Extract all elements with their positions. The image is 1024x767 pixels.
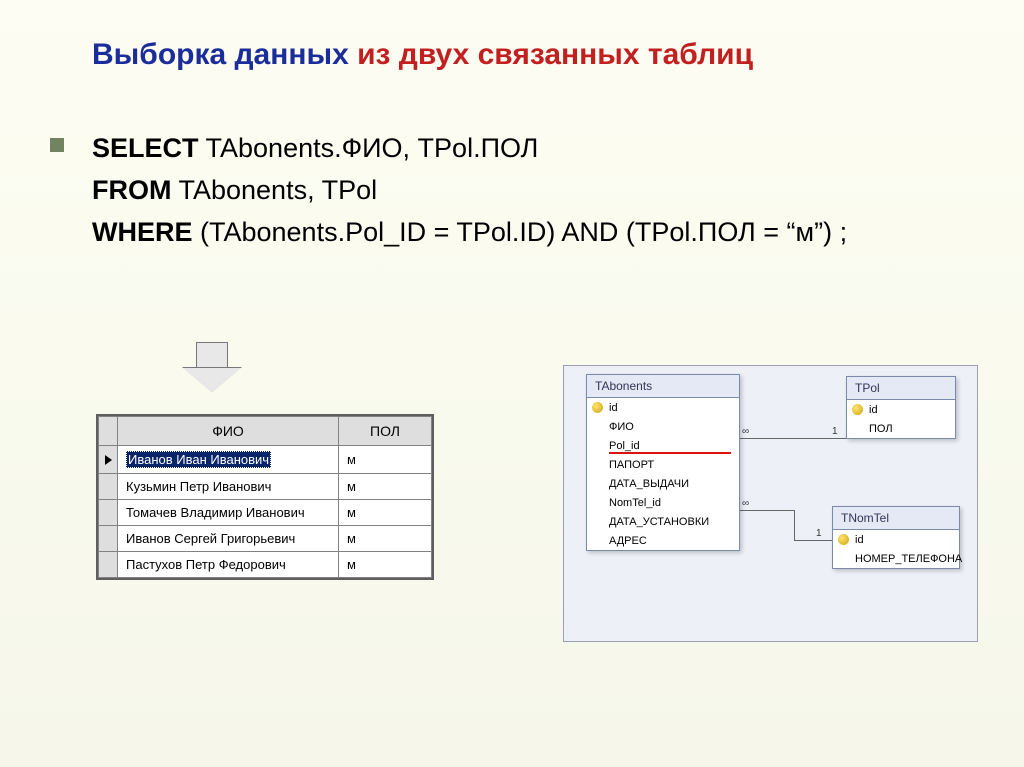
schema-field: АДРЕС [587,531,739,550]
result-table: ФИО ПОЛ Иванов Иван Иванович м Кузьмин П… [96,414,434,580]
cell-pol: м [339,500,432,526]
table-header-row: ФИО ПОЛ [99,417,432,446]
cell-fio: Томачев Владимир Иванович [118,500,339,526]
arrow-down-icon [183,342,241,394]
schema-field: ПАПОРТ [587,455,739,474]
table-row: Кузьмин Петр Иванович м [99,474,432,500]
schema-table-title: TAbonents [587,375,739,398]
table-row: Иванов Сергей Григорьевич м [99,526,432,552]
title-part1: Выборка данных [92,38,349,71]
schema-field: id [833,530,959,549]
schema-field: Pol_id [587,436,739,455]
schema-table-title: TNomTel [833,507,959,530]
sql-block: SELECT TAbonents.ФИО, TPol.ПОЛ FROM TAbo… [92,128,964,254]
cell-fio: Иванов Иван Иванович [118,446,339,474]
col-header-fio: ФИО [118,417,339,446]
slide: Выборка данных из двух связанных таблиц … [0,0,1024,767]
schema-field: НОМЕР_ТЕЛЕФОНА [833,549,959,568]
schema-diagram: ∞ 1 ∞ 1 TAbonents id ФИО Pol_id ПАПОРТ Д… [563,365,978,642]
schema-field: NomTel_id [587,493,739,512]
table-row: Пастухов Петр Федорович м [99,552,432,578]
schema-field: ДАТА_УСТАНОВКИ [587,512,739,531]
relation-line [794,510,795,540]
cell-fio: Пастухов Петр Федорович [118,552,339,578]
sql-line-where: WHERE (TAbonents.Pol_ID = TPol.ID) AND (… [92,212,964,254]
schema-field: id [847,400,955,419]
cell-pol: м [339,526,432,552]
current-row-indicator-icon [99,446,118,474]
schema-table-tnomtel: TNomTel id НОМЕР_ТЕЛЕФОНА [832,506,960,569]
relation-cardinality-one: 1 [816,528,822,539]
schema-table-tabonents: TAbonents id ФИО Pol_id ПАПОРТ ДАТА_ВЫДА… [586,374,740,551]
cell-pol: м [339,474,432,500]
relation-cardinality-inf: ∞ [742,426,749,437]
schema-field: ФИО [587,417,739,436]
schema-table-tpol: TPol id ПОЛ [846,376,956,439]
table-row: Иванов Иван Иванович м [99,446,432,474]
row-indicator-header [99,417,118,446]
cell-fio: Кузьмин Петр Иванович [118,474,339,500]
title-part2: из двух связанных таблиц [349,38,753,71]
col-header-pol: ПОЛ [339,417,432,446]
schema-field: ДАТА_ВЫДАЧИ [587,474,739,493]
schema-table-title: TPol [847,377,955,400]
cell-pol: м [339,446,432,474]
relation-line [738,438,846,439]
schema-field: id [587,398,739,417]
cell-pol: м [339,552,432,578]
relation-line [794,540,832,541]
relation-line [738,510,794,511]
sql-line-from: FROM TAbonents, TPol [92,170,964,212]
cell-fio: Иванов Сергей Григорьевич [118,526,339,552]
bullet-icon [50,138,64,152]
table-row: Томачев Владимир Иванович м [99,500,432,526]
schema-field: ПОЛ [847,419,955,438]
relation-cardinality-inf: ∞ [742,498,749,509]
slide-title: Выборка данных из двух связанных таблиц [92,38,964,72]
sql-line-select: SELECT TAbonents.ФИО, TPol.ПОЛ [92,128,964,170]
relation-cardinality-one: 1 [832,426,838,437]
